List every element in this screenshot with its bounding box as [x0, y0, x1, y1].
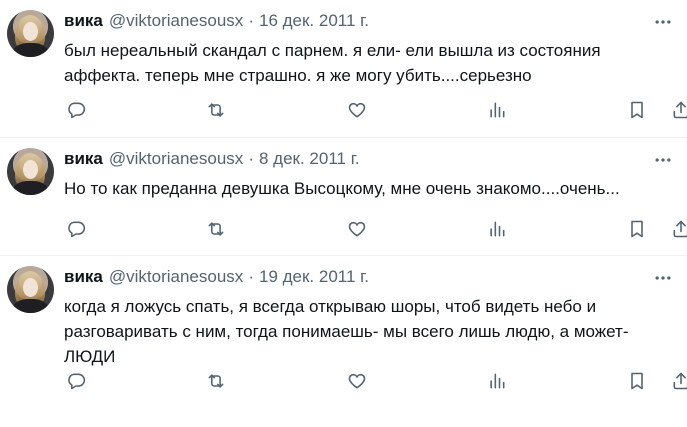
like-icon[interactable] — [345, 98, 369, 122]
reply-icon[interactable] — [64, 217, 88, 241]
avatar[interactable] — [7, 148, 54, 195]
views-icon[interactable] — [485, 98, 509, 122]
author-name[interactable]: вика — [64, 149, 103, 169]
tweet-date[interactable]: 16 дек. 2011 г. — [259, 11, 369, 31]
avatar[interactable] — [7, 266, 54, 313]
more-icon[interactable] — [651, 266, 675, 290]
like-icon[interactable] — [345, 217, 369, 241]
tweet[interactable]: вика @viktorianesousx · 19 дек. 2011 г. … — [0, 256, 687, 427]
author-handle[interactable]: @viktorianesousx — [109, 11, 243, 31]
bookmark-icon[interactable] — [625, 217, 649, 241]
more-icon[interactable] — [651, 148, 675, 172]
tweet-text: Но то как преданна девушка Высоцкому, мн… — [64, 179, 620, 198]
tweet[interactable]: вика @viktorianesousx · 16 дек. 2011 г. … — [0, 0, 687, 138]
share-icon[interactable] — [669, 369, 687, 393]
author-name[interactable]: вика — [64, 11, 103, 31]
views-icon[interactable] — [485, 217, 509, 241]
tweet-actions — [64, 98, 687, 122]
more-icon[interactable] — [651, 10, 675, 34]
tweet-date[interactable]: 8 дек. 2011 г. — [259, 149, 360, 169]
avatar[interactable] — [7, 10, 54, 57]
reply-icon[interactable] — [64, 369, 88, 393]
tweet-header: вика @viktorianesousx · 16 дек. 2011 г. — [64, 10, 369, 32]
tweet-header: вика @viktorianesousx · 19 дек. 2011 г. — [64, 266, 369, 288]
tweet-feed: вика @viktorianesousx · 16 дек. 2011 г. … — [0, 0, 687, 427]
separator-dot: · — [248, 11, 254, 30]
reply-icon[interactable] — [64, 98, 88, 122]
bookmark-icon[interactable] — [625, 369, 649, 393]
like-icon[interactable] — [345, 369, 369, 393]
retweet-icon[interactable] — [204, 98, 228, 122]
tweet-text: был нереальный скандал с парнем. я ели- … — [64, 41, 601, 85]
tweet-header: вика @viktorianesousx · 8 дек. 2011 г. — [64, 148, 360, 170]
bookmark-icon[interactable] — [625, 98, 649, 122]
tweet-actions — [64, 369, 687, 393]
retweet-icon[interactable] — [204, 369, 228, 393]
tweet-date[interactable]: 19 дек. 2011 г. — [259, 267, 369, 287]
tweet-actions — [64, 217, 687, 241]
share-icon[interactable] — [669, 217, 687, 241]
author-handle[interactable]: @viktorianesousx — [109, 149, 243, 169]
views-icon[interactable] — [485, 369, 509, 393]
separator-dot: · — [248, 267, 254, 286]
share-icon[interactable] — [669, 98, 687, 122]
tweet[interactable]: вика @viktorianesousx · 8 дек. 2011 г. Н… — [0, 138, 687, 256]
author-name[interactable]: вика — [64, 267, 103, 287]
author-handle[interactable]: @viktorianesousx — [109, 267, 243, 287]
retweet-icon[interactable] — [204, 217, 228, 241]
tweet-text: когда я ложусь спать, я всегда открываю … — [64, 297, 629, 366]
separator-dot: · — [248, 149, 254, 168]
